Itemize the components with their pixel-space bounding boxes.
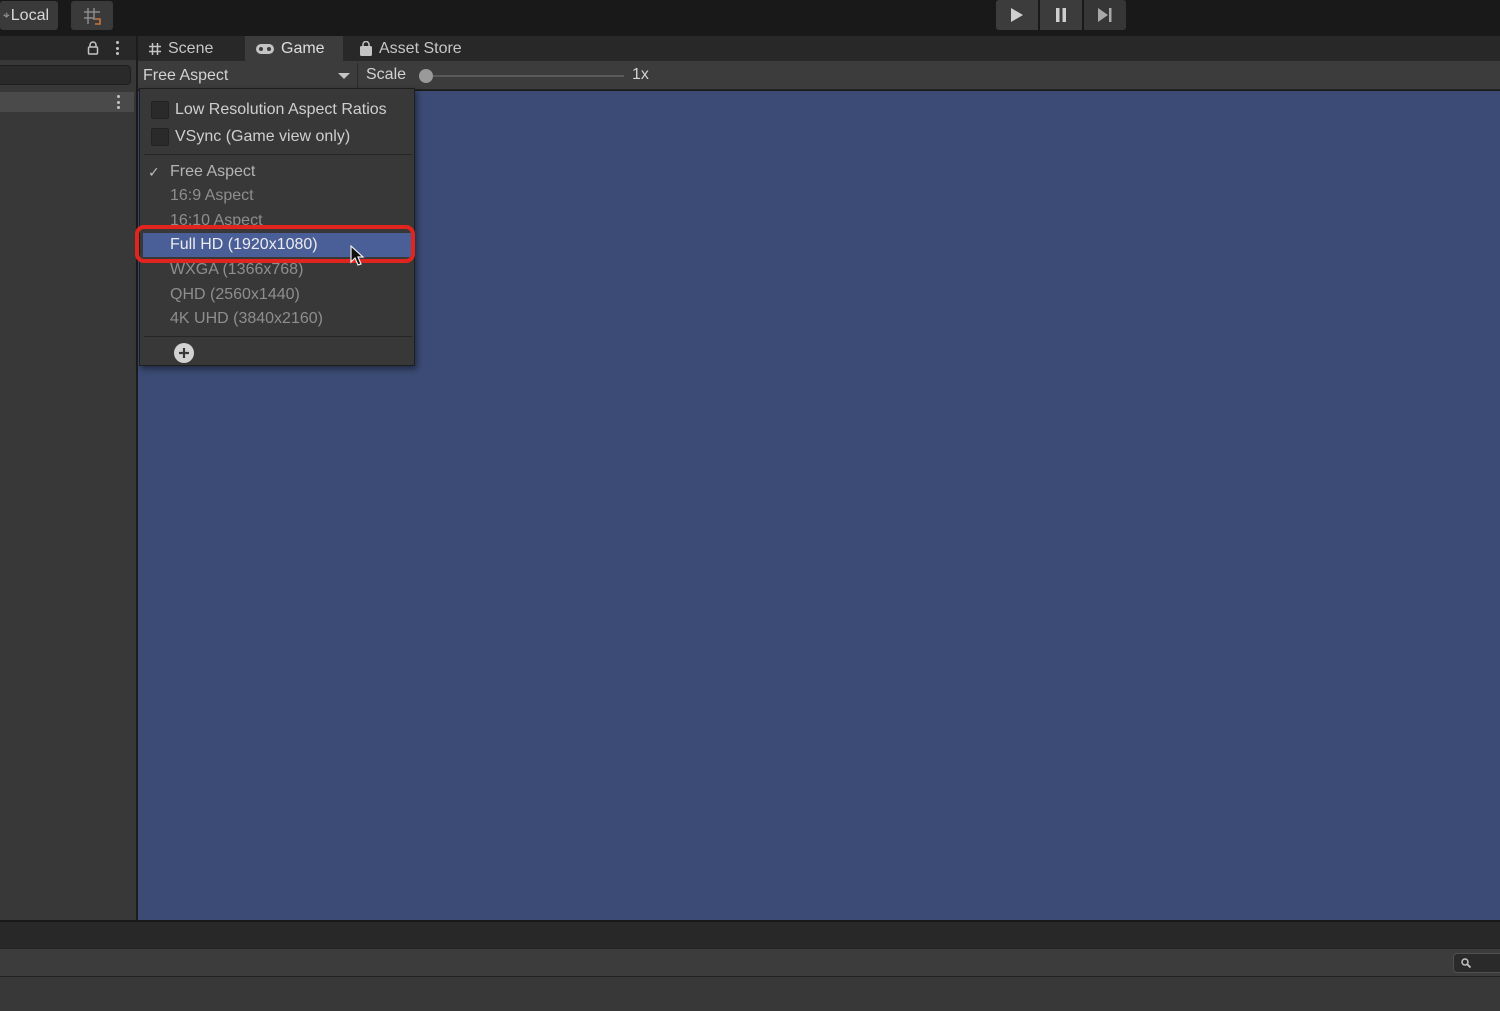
play-icon [1011, 8, 1023, 22]
menu-separator [144, 336, 412, 337]
tab-scene-label: Scene [168, 39, 214, 57]
low-resolution-checkbox[interactable] [151, 101, 169, 119]
main-toolbar: ⌖ Local [0, 0, 1500, 33]
low-resolution-toggle[interactable]: Low Resolution Aspect Ratios [151, 99, 387, 121]
lock-icon[interactable] [86, 41, 100, 55]
menu-item-label: 4K UHD (3840x2160) [170, 310, 323, 327]
grid-snap-icon [84, 7, 101, 25]
play-button[interactable] [996, 0, 1038, 30]
scale-slider-handle[interactable] [419, 69, 433, 83]
playmode-controls [996, 0, 1126, 30]
aspect-ratio-dropdown[interactable]: Free Aspect [138, 63, 356, 88]
vsync-checkbox[interactable] [151, 128, 169, 146]
checkmark-icon: ✓ [148, 163, 160, 180]
tab-scene[interactable]: Scene [138, 36, 244, 61]
add-resolution-button[interactable] [174, 343, 194, 363]
bottom-search-input[interactable] [1453, 953, 1500, 973]
menu-item-16-9-aspect[interactable]: 16:9 Aspect [140, 184, 416, 208]
hierarchy-search-input[interactable] [0, 65, 131, 85]
hierarchy-panel [0, 36, 136, 920]
pause-button[interactable] [1040, 0, 1082, 30]
tab-asset-store[interactable]: Asset Store [349, 36, 479, 61]
gamepad-icon [256, 43, 274, 54]
scale-label: Scale [366, 66, 407, 83]
scale-slider-track[interactable] [426, 75, 624, 77]
low-resolution-label: Low Resolution Aspect Ratios [175, 101, 387, 118]
menu-item-free-aspect[interactable]: ✓ Free Aspect [140, 160, 416, 184]
search-icon [1461, 958, 1472, 969]
tab-asset-store-label: Asset Store [379, 39, 462, 57]
shopping-bag-icon [360, 40, 372, 56]
tab-game-label: Game [281, 39, 325, 57]
menu-item-label: Free Aspect [170, 163, 256, 180]
hierarchy-scene-row[interactable] [0, 92, 134, 112]
view-tabs: Scene Game Asset Store [138, 36, 1500, 61]
pivot-icon: ⌖ [3, 8, 10, 22]
step-button[interactable] [1084, 0, 1126, 30]
menu-item-label: QHD (2560x1440) [170, 286, 300, 303]
scene-row-menu-icon[interactable] [116, 95, 120, 109]
hierarchy-panel-header [0, 36, 136, 60]
pause-icon [1056, 8, 1066, 22]
hash-grid-icon [149, 42, 161, 55]
pivot-rotation-button[interactable]: ⌖ Local [0, 1, 58, 30]
mouse-cursor-icon [350, 245, 365, 266]
menu-item-qhd[interactable]: QHD (2560x1440) [140, 283, 416, 307]
grid-snapping-button[interactable] [71, 1, 113, 30]
menu-separator [144, 154, 412, 155]
toolbar-divider [357, 63, 358, 88]
menu-item-label: 16:9 Aspect [170, 187, 254, 204]
bottom-panel-toolbar [0, 948, 1500, 977]
menu-item-label: WXGA (1366x768) [170, 261, 304, 278]
vsync-label: VSync (Game view only) [175, 128, 351, 145]
scale-value: 1x [632, 66, 649, 83]
plus-circle-icon [179, 348, 189, 358]
pivot-label: Local [10, 6, 50, 24]
aspect-ratio-selected: Free Aspect [143, 66, 229, 84]
chevron-down-icon [338, 73, 350, 79]
game-view-toolbar: Free Aspect Scale 1x [138, 61, 1500, 90]
tab-game[interactable]: Game [245, 36, 343, 61]
bottom-panel-content [0, 977, 1500, 1011]
bottom-panel-tabs [0, 922, 1500, 948]
panel-menu-icon[interactable] [115, 41, 119, 55]
annotation-highlight-ring [135, 225, 415, 263]
menu-item-4k-uhd[interactable]: 4K UHD (3840x2160) [140, 307, 416, 331]
step-icon [1098, 8, 1112, 22]
vsync-toggle[interactable]: VSync (Game view only) [151, 126, 350, 148]
